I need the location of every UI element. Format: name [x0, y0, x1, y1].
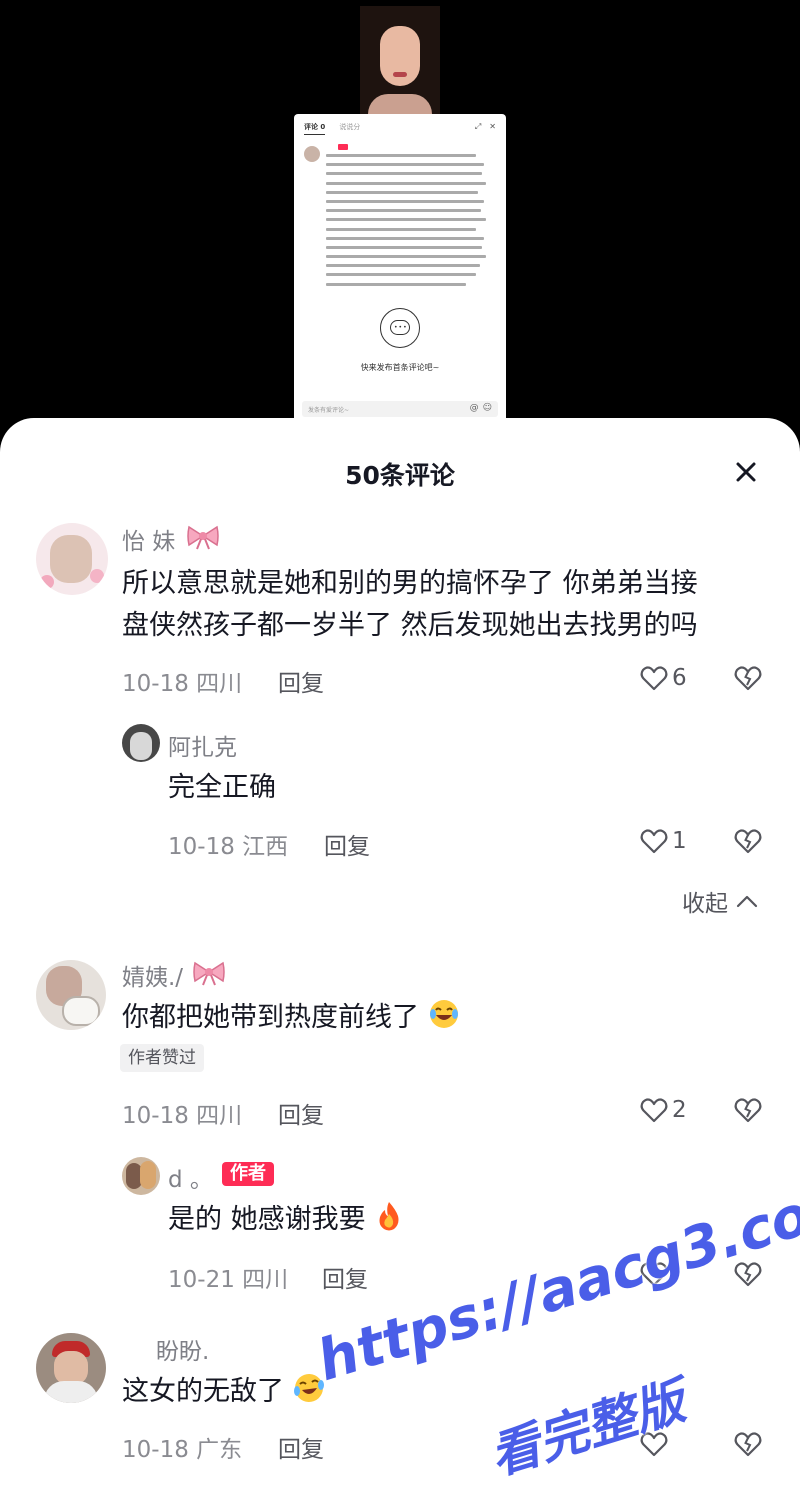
avatar[interactable]: [122, 724, 160, 762]
avatar[interactable]: [36, 523, 108, 595]
video-person-thumbnail: [360, 6, 440, 114]
mini-author-badge: [338, 144, 348, 150]
heart-icon: [640, 1432, 668, 1457]
comment-text-content: 你都把她带到热度前线了: [122, 1002, 419, 1033]
dislike-heart-icon[interactable]: [734, 827, 762, 855]
comment-location: 四川: [196, 671, 243, 697]
chevron-up-icon: [736, 895, 758, 908]
comment-date: 10-18: [122, 1103, 189, 1129]
mini-empty-text: 快来发布首条评论吧~: [360, 363, 440, 372]
heart-icon: [640, 829, 668, 854]
comment-date: 10-18: [122, 1437, 189, 1463]
mini-caption-text-block: [326, 154, 486, 292]
like-count: 1: [672, 828, 687, 854]
mini-close-icon: ✕: [489, 122, 496, 131]
dislike-heart-icon[interactable]: [734, 1096, 762, 1124]
heart-icon: [640, 1098, 668, 1123]
reply-location: 江西: [242, 834, 289, 860]
comment-username[interactable]: 怡 妹: [122, 522, 175, 556]
author-liked-tag: 作者赞过: [120, 1044, 204, 1072]
mini-tab-comments: 评论 0: [304, 122, 326, 135]
reply-button[interactable]: 回复: [324, 827, 370, 861]
comment-meta: 10-18 四川: [122, 664, 242, 698]
reply-button[interactable]: 回复: [322, 1260, 368, 1294]
video-area[interactable]: 评论 0 说说分 ⤢ ✕ ••• 快来发布首条评论吧~ 发条有爱评论~ @ ☺: [0, 0, 800, 440]
collapse-label: 收起: [682, 891, 728, 917]
like-button[interactable]: [640, 1259, 672, 1289]
embedded-comment-screenshot: 评论 0 说说分 ⤢ ✕ ••• 快来发布首条评论吧~ 发条有爱评论~ @ ☺: [294, 114, 506, 422]
comment-text-content: 这女的无敌了: [122, 1376, 284, 1407]
reply-username[interactable]: d 。: [168, 1160, 213, 1194]
reply-meta: 10-21 四川: [168, 1260, 288, 1294]
reply-text: 完全正确: [168, 772, 276, 803]
like-button[interactable]: [640, 1429, 672, 1459]
comment-username[interactable]: 盼盼.: [156, 1332, 209, 1366]
comment-meta: 10-18 广东: [122, 1430, 242, 1464]
like-button[interactable]: 6: [640, 663, 687, 693]
like-button[interactable]: 1: [640, 826, 687, 856]
reply-location: 四川: [242, 1267, 289, 1293]
comment-location: 四川: [196, 1103, 243, 1129]
mini-controls: ⤢ ✕: [475, 122, 496, 132]
heart-icon: [640, 1262, 668, 1287]
mini-comment-input: 发条有爱评论~ @ ☺: [302, 401, 498, 417]
comment-location: 广东: [196, 1437, 243, 1463]
crying-laughing-emoji: [293, 1374, 324, 1402]
reply-button[interactable]: 回复: [278, 1430, 324, 1464]
reply-text-content: 是的 她感谢我要: [168, 1204, 366, 1235]
close-icon: [736, 462, 756, 482]
comment-count-title: 50条评论: [345, 461, 455, 490]
mini-expand-icon: ⤢: [474, 122, 482, 131]
like-count: 6: [672, 665, 687, 691]
mini-tabs: 评论 0 说说分: [304, 122, 360, 135]
mini-input-placeholder: 发条有爱评论~: [308, 407, 350, 414]
mini-at-icon: @: [469, 403, 479, 413]
reply-date: 10-18: [168, 834, 235, 860]
author-badge: 作者: [222, 1162, 274, 1186]
dislike-heart-icon[interactable]: [734, 1260, 762, 1288]
dislike-heart-icon[interactable]: [734, 664, 762, 692]
comment-text: 这女的无敌了: [122, 1370, 325, 1414]
reply-date: 10-21: [168, 1267, 235, 1293]
fire-emoji: [379, 1202, 399, 1231]
comment-text: 你都把她带到热度前线了: [122, 996, 460, 1040]
like-button[interactable]: 2: [640, 1095, 687, 1125]
comment-text-line: 所以意思就是她和别的男的搞怀孕了 你弟弟当接: [122, 568, 698, 599]
heart-icon: [640, 666, 668, 691]
avatar[interactable]: [36, 1333, 106, 1403]
comment-username[interactable]: 婧姨./: [122, 958, 183, 992]
mini-avatar: [304, 146, 320, 162]
like-count: 2: [672, 1097, 687, 1123]
mini-input-icons: @ ☺: [470, 403, 492, 413]
reply-username[interactable]: 阿扎克: [168, 728, 237, 762]
comment-sheet: 50条评论 怡 妹 所以意思就是她和别的男的搞怀孕了 你弟弟当接 盘侠然孩子都一…: [0, 418, 800, 1488]
bow-icon: [193, 961, 225, 986]
mini-tab-other: 说说分: [339, 123, 361, 131]
comment-meta: 10-18 四川: [122, 1096, 242, 1130]
close-button[interactable]: [730, 456, 762, 488]
laughing-emoji: [429, 1000, 458, 1028]
reply-button[interactable]: 回复: [278, 1096, 324, 1130]
reply-text: 是的 她感谢我要: [168, 1198, 404, 1242]
dislike-heart-icon[interactable]: [734, 1430, 762, 1458]
comment-date: 10-18: [122, 671, 189, 697]
bow-icon: [187, 525, 219, 550]
reply-button[interactable]: 回复: [278, 664, 324, 698]
collapse-replies-button[interactable]: 收起: [682, 884, 758, 918]
reply-meta: 10-18 江西: [168, 827, 288, 861]
chat-bubble-icon: •••: [380, 308, 420, 348]
mini-emoji-icon: ☺: [482, 403, 492, 413]
comment-text-line: 盘侠然孩子都一岁半了 然后发现她出去找男的吗: [122, 610, 698, 641]
avatar[interactable]: [36, 960, 106, 1030]
avatar[interactable]: [122, 1157, 160, 1195]
